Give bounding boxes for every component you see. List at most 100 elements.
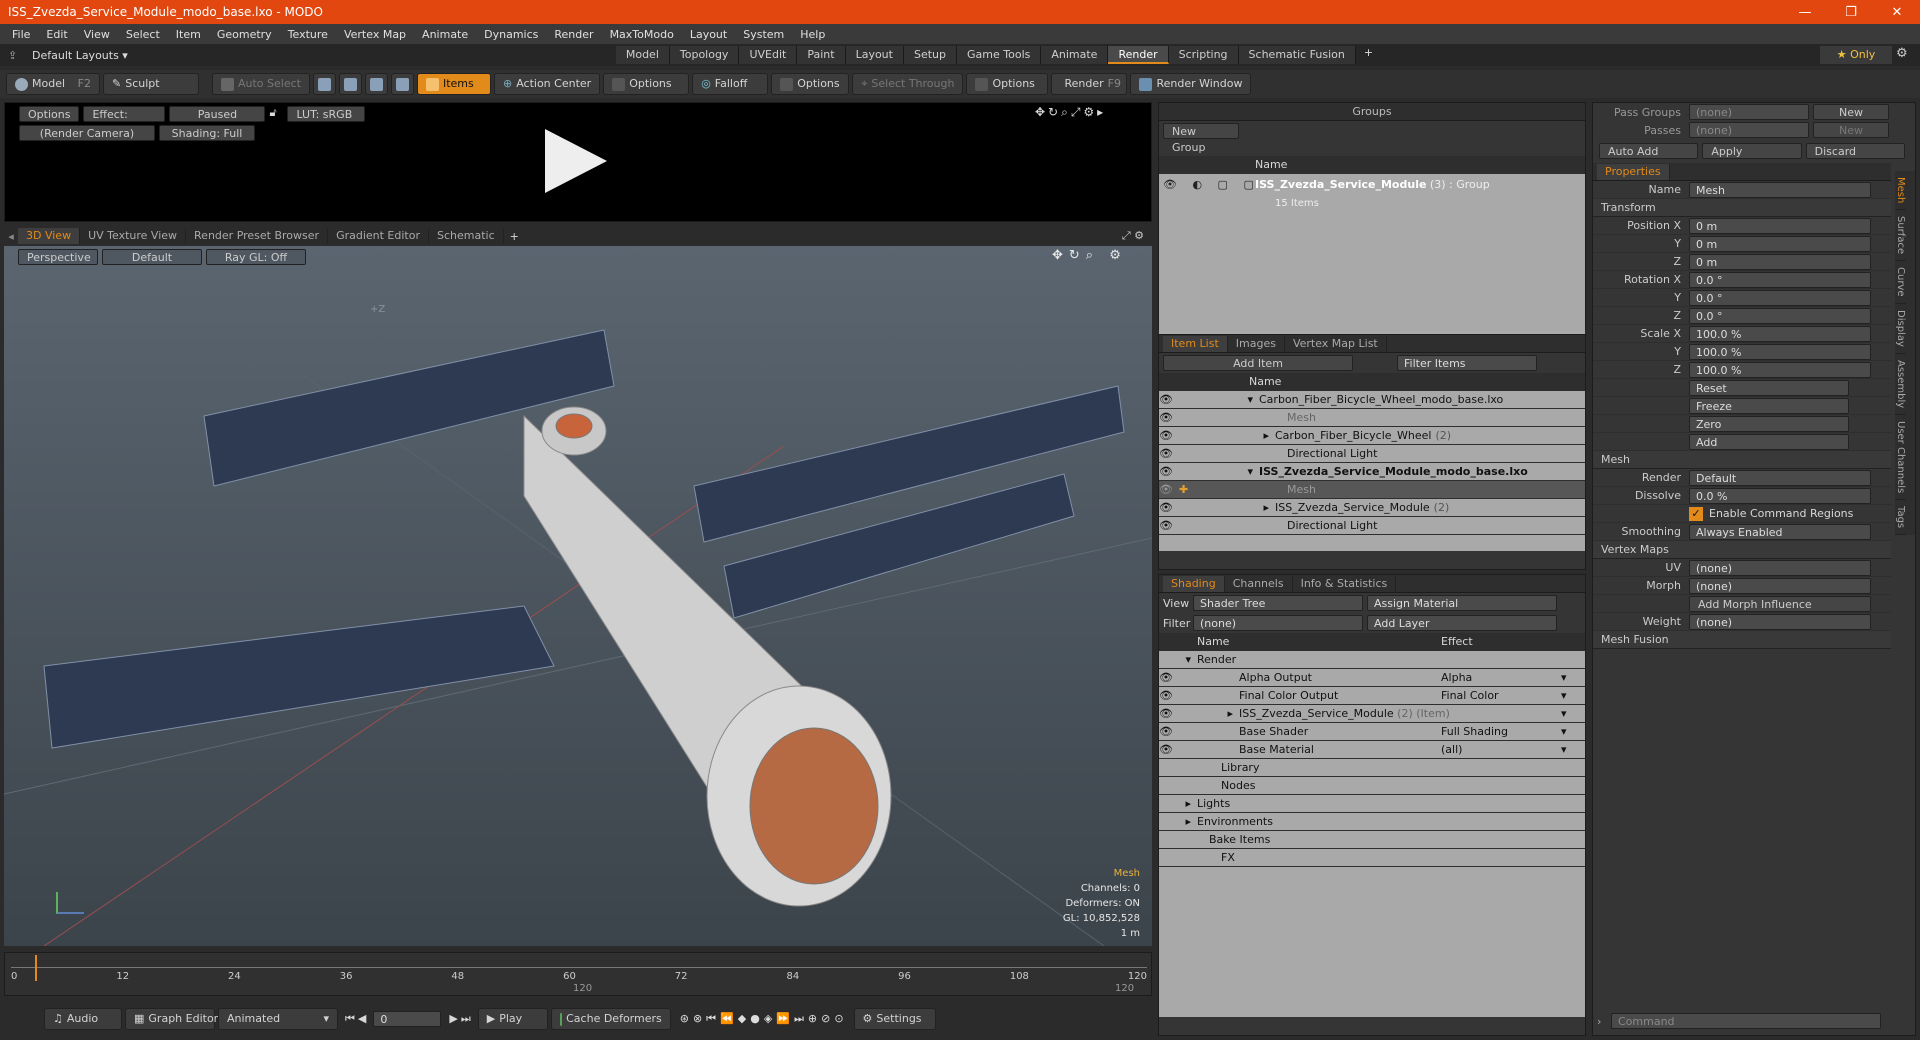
tab-model[interactable]: Model <box>615 46 670 64</box>
tab-animate[interactable]: Animate <box>1041 46 1109 64</box>
tab-schematic-fusion[interactable]: Schematic Fusion <box>1238 46 1356 64</box>
mesh-fusion-section[interactable]: Mesh Fusion <box>1593 631 1891 649</box>
viewport-expand-gear-icon[interactable]: ⤢ ⚙ <box>1122 229 1144 243</box>
transform-section[interactable]: Transform <box>1593 199 1891 217</box>
shader-row[interactable]: 👁︎ Base Shader Full Shading ▾ <box>1159 723 1585 741</box>
tab-layout[interactable]: Layout <box>845 46 904 64</box>
vertices-mode-button[interactable] <box>312 73 336 95</box>
group-row[interactable]: 👁︎ ◐ ▢ ▢ ISS_Zvezda_Service_Module (3) :… <box>1159 174 1585 209</box>
filter-items-input[interactable]: Filter Items <box>1397 355 1537 371</box>
tab-topology[interactable]: Topology <box>669 46 740 64</box>
add-item-dropdown[interactable]: Add Item <box>1163 355 1353 371</box>
discard-button[interactable]: Discard <box>1805 143 1905 159</box>
lock-icon[interactable]: 🔓︎ <box>269 106 287 122</box>
assign-material-dropdown[interactable]: Assign Material <box>1367 595 1557 611</box>
play-button[interactable]: ▶ Play <box>477 1008 548 1030</box>
rotation-y-field[interactable]: 0.0 ° <box>1689 289 1871 306</box>
close-button[interactable]: ✕ <box>1874 5 1920 20</box>
rotation-x-field[interactable]: 0.0 ° <box>1689 271 1871 288</box>
eye-icon[interactable]: 👁︎ <box>1159 445 1179 463</box>
menu-maxtomodo[interactable]: MaxToModo <box>602 28 682 41</box>
shader-row[interactable]: Nodes <box>1159 777 1585 795</box>
eye-icon[interactable]: 👁︎ <box>1159 481 1179 499</box>
render-camera-dropdown[interactable]: (Render Camera) <box>19 125 155 141</box>
list-item[interactable]: 👁︎ ▾ Carbon_Fiber_Bicycle_Wheel_modo_base.… <box>1159 391 1585 409</box>
side-tab-user-channels[interactable]: User Channels <box>1895 415 1906 501</box>
tab-item-list[interactable]: Item List <box>1163 335 1228 352</box>
new-pass-button[interactable]: New <box>1813 122 1889 138</box>
add-dropdown[interactable]: Add <box>1689 433 1849 450</box>
new-pass-group-button[interactable]: New <box>1813 104 1889 120</box>
visibility-icons[interactable]: 👁︎ ◐ ▢ ▢ <box>1159 176 1255 194</box>
position-z-field[interactable]: 0 m <box>1689 253 1871 270</box>
checkbox-checked-icon[interactable]: ✓ <box>1689 506 1703 521</box>
view-dropdown[interactable]: Shader Tree <box>1193 595 1363 611</box>
list-item[interactable]: 👁︎ ▸ Carbon_Fiber_Bicycle_Wheel (2) <box>1159 427 1585 445</box>
passes-dropdown[interactable]: (none) <box>1689 122 1809 138</box>
scale-y-field[interactable]: 100.0 % <box>1689 343 1871 360</box>
layout-handle-icon[interactable]: ⇪ <box>8 49 22 62</box>
tab-render[interactable]: Render <box>1108 46 1169 64</box>
eye-icon[interactable]: 👁︎ <box>1159 499 1179 517</box>
reset-dropdown[interactable]: Reset <box>1689 379 1849 396</box>
shader-row[interactable]: Library <box>1159 759 1585 777</box>
animated-dropdown[interactable]: Animated ▾ <box>218 1008 338 1030</box>
skip-prev-icons[interactable]: ⏮◀ <box>345 1012 369 1026</box>
scale-x-field[interactable]: 100.0 % <box>1689 325 1871 342</box>
render-window-button[interactable]: Render Window <box>1130 73 1252 95</box>
tab-uvedit[interactable]: UVEdit <box>739 46 798 64</box>
preview-effect-dropdown[interactable]: Effect: (Shadi... <box>83 106 166 137</box>
command-input[interactable]: Command <box>1611 1013 1881 1029</box>
menu-geometry[interactable]: Geometry <box>209 28 280 41</box>
smoothing-dropdown[interactable]: Always Enabled <box>1689 523 1871 540</box>
side-tab-tags[interactable]: Tags <box>1895 500 1906 536</box>
tab-properties[interactable]: Properties <box>1597 163 1670 180</box>
only-toggle[interactable]: ★ Only <box>1820 46 1892 64</box>
filter-dropdown[interactable]: (none) <box>1193 615 1363 631</box>
add-viewport-tab-button[interactable]: + <box>504 230 525 243</box>
shader-row[interactable]: Bake Items <box>1159 831 1585 849</box>
new-group-button[interactable]: New Group <box>1163 123 1239 154</box>
menu-vertex-map[interactable]: Vertex Map <box>336 28 414 41</box>
list-item[interactable]: 👁︎ Directional Light <box>1159 517 1585 535</box>
vertex-maps-section[interactable]: Vertex Maps <box>1593 541 1891 559</box>
tab-setup[interactable]: Setup <box>903 46 958 64</box>
menu-layout[interactable]: Layout <box>682 28 735 41</box>
shader-row[interactable]: ▸ Lights <box>1159 795 1585 813</box>
shader-row[interactable]: 👁︎ Base Material (all) ▾ <box>1159 741 1585 759</box>
graph-editor-button[interactable]: ▦ Graph Editor <box>125 1008 218 1030</box>
key-tools-icons[interactable]: ⊛⊗⏮⏪◆●◈⏩⏭⊕⊘⊙ <box>680 1012 848 1026</box>
pass-groups-dropdown[interactable]: (none) <box>1689 104 1809 120</box>
dissolve-field[interactable]: 0.0 % <box>1689 487 1871 504</box>
menu-file[interactable]: File <box>4 28 38 41</box>
menu-dynamics[interactable]: Dynamics <box>476 28 546 41</box>
sculpt-mode-button[interactable]: ✎ Sculpt <box>103 73 199 95</box>
tab-game-tools[interactable]: Game Tools <box>957 46 1042 64</box>
name-field[interactable]: Mesh <box>1689 181 1871 198</box>
action-center-button[interactable]: ⊕ Action Center <box>493 73 601 95</box>
skip-next-icons[interactable]: ▶⏭ <box>449 1012 473 1026</box>
list-item-selected[interactable]: 👁︎ ✚ Mesh <box>1159 481 1585 499</box>
list-item[interactable]: 👁︎ Directional Light <box>1159 445 1585 463</box>
add-tab-button[interactable]: + <box>1356 46 1381 64</box>
tab-schematic[interactable]: Schematic <box>429 228 504 244</box>
shader-row[interactable]: 👁︎ ▸ ISS_Zvezda_Service_Module (2) (Item) ▾ <box>1159 705 1585 723</box>
menu-select[interactable]: Select <box>118 28 168 41</box>
tab-vertex-map-list[interactable]: Vertex Map List <box>1285 335 1387 352</box>
frame-field[interactable]: 0 <box>373 1011 442 1027</box>
tab-info-statistics[interactable]: Info & Statistics <box>1293 575 1397 592</box>
uv-dropdown[interactable]: (none) <box>1689 559 1871 576</box>
falloff-options-button[interactable]: Options <box>771 73 850 95</box>
render-dropdown[interactable]: Default <box>1689 469 1871 486</box>
playhead[interactable] <box>35 955 37 981</box>
side-tab-curve[interactable]: Curve <box>1895 261 1906 304</box>
shading-dropdown[interactable]: Shading: Full <box>159 125 255 141</box>
eye-icon[interactable]: 👁︎ <box>1159 391 1179 409</box>
tab-gradient-editor[interactable]: Gradient Editor <box>328 228 429 244</box>
eye-icon[interactable]: 👁︎ <box>1159 517 1179 535</box>
add-layer-dropdown[interactable]: Add Layer <box>1367 615 1557 631</box>
preview-options-button[interactable]: Options <box>19 106 80 122</box>
panel-handle-icon[interactable]: ◂ <box>4 230 18 243</box>
select-through-options-button[interactable]: Options <box>966 73 1049 95</box>
menu-animate[interactable]: Animate <box>414 28 476 41</box>
